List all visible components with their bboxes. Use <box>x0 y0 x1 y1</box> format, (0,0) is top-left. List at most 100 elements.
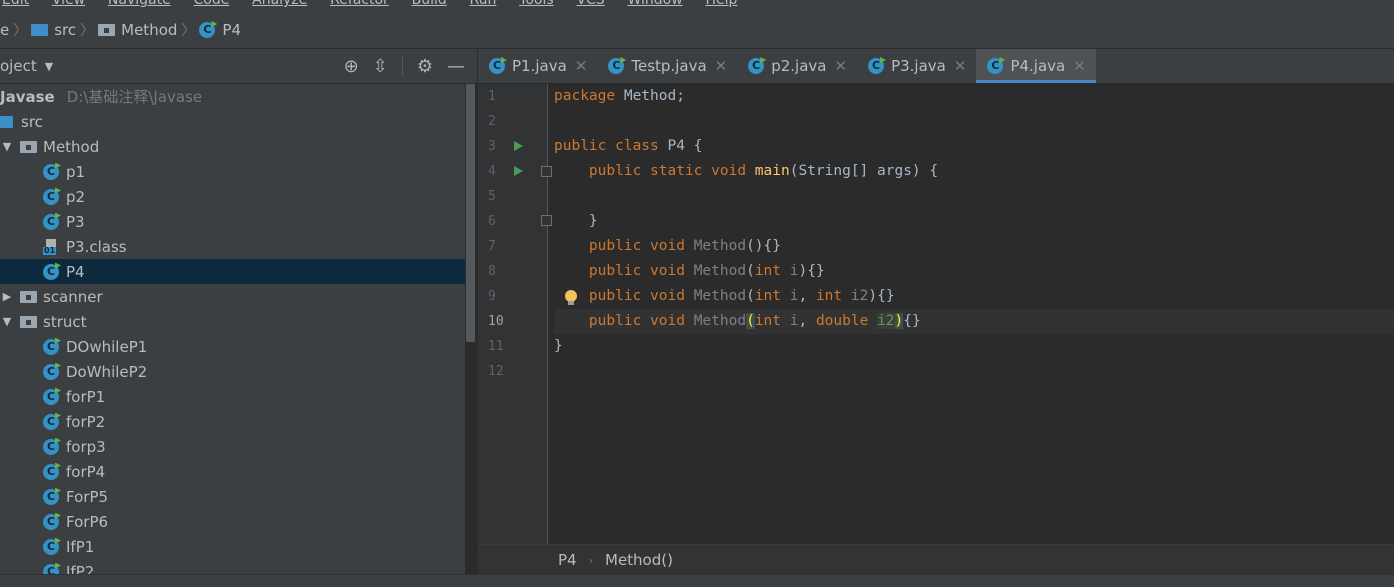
package-icon <box>98 24 116 36</box>
unused-param: i <box>781 288 799 304</box>
tree-item-class[interactable]: C DOwhileP1 <box>0 334 465 359</box>
tree-item-class[interactable]: C DoWhileP2 <box>0 359 465 384</box>
tree-item-src[interactable]: src <box>0 109 465 134</box>
package-icon <box>20 315 37 328</box>
tree-item-class[interactable]: C P3 <box>0 209 465 234</box>
tab-label: P3.java <box>891 57 946 75</box>
project-tree-scrollbar[interactable] <box>466 84 475 342</box>
close-icon[interactable]: ✕ <box>954 57 967 75</box>
menu-vcs[interactable]: VCS <box>576 0 604 8</box>
java-class-icon: C <box>43 213 59 230</box>
tab-p3[interactable]: C P3.java ✕ <box>857 49 976 83</box>
package-icon <box>20 290 37 303</box>
breadcrumb-method[interactable]: Method <box>98 21 177 39</box>
tree-item-struct[interactable]: ▼ struct <box>0 309 465 334</box>
menu-help[interactable]: Help <box>705 0 737 8</box>
unused-method-name: Method <box>693 313 747 329</box>
tree-item-class[interactable]: C forP4 <box>0 459 465 484</box>
code-text: ){} <box>798 263 825 279</box>
tree-item-label: Method <box>43 137 100 156</box>
menu-refactor[interactable]: Refactor <box>330 0 389 8</box>
breadcrumb-p4[interactable]: C P4 <box>199 21 241 39</box>
breadcrumb-src-label: src <box>54 21 77 39</box>
java-class-icon: C <box>43 338 59 355</box>
tree-item-label: ForP5 <box>66 487 109 506</box>
tree-item-label: P3 <box>66 212 85 231</box>
java-class-icon: C <box>199 22 216 38</box>
chevron-down-icon[interactable]: ▼ <box>0 140 14 153</box>
fold-icon[interactable] <box>541 166 552 177</box>
tree-item-class[interactable]: C p1 <box>0 159 465 184</box>
close-icon[interactable]: ✕ <box>715 57 728 75</box>
chevron-down-icon[interactable]: ▼ <box>45 60 53 73</box>
run-icon[interactable] <box>514 166 523 176</box>
tab-p4-active[interactable]: C P4.java ✕ <box>976 49 1097 83</box>
tab-testp[interactable]: C Testp.java ✕ <box>597 49 737 83</box>
breadcrumb-root[interactable]: e <box>0 21 9 39</box>
source-folder-icon <box>0 115 13 128</box>
line-number: 5 <box>488 189 496 204</box>
tree-item-class[interactable]: C forp3 <box>0 434 465 459</box>
hide-icon[interactable]: — <box>447 56 465 77</box>
toolbar-divider <box>401 56 403 76</box>
fold-icon[interactable] <box>541 215 552 226</box>
menu-view[interactable]: View <box>52 0 85 8</box>
menu-window[interactable]: Window <box>627 0 682 8</box>
code-line: package Method; <box>554 84 1394 109</box>
line-number: 3 <box>488 139 496 154</box>
gear-icon[interactable]: ⚙ <box>417 56 433 77</box>
editor-breadcrumb-method[interactable]: Method() <box>605 551 673 569</box>
code-text: Method; <box>615 88 685 104</box>
tree-item-class[interactable]: C forP1 <box>0 384 465 409</box>
close-icon[interactable]: ✕ <box>575 57 588 75</box>
breadcrumb-src[interactable]: src <box>31 21 76 39</box>
breadcrumb-separator: 〉 <box>181 23 196 39</box>
menu-tools[interactable]: Tools <box>519 0 554 8</box>
tree-item-class-file[interactable]: P3.class <box>0 234 465 259</box>
tree-item-class[interactable]: C IfP1 <box>0 534 465 559</box>
tab-label: P1.java <box>512 57 567 75</box>
close-icon[interactable]: ✕ <box>834 57 847 75</box>
tree-item-label: forP4 <box>66 462 106 481</box>
tree-item-class-selected[interactable]: C P4 <box>0 259 465 284</box>
tree-item-class[interactable]: C p2 <box>0 184 465 209</box>
menu-analyze[interactable]: Analyze <box>252 0 307 8</box>
keyword: int <box>754 263 782 279</box>
chevron-right-icon[interactable]: ▶ <box>0 290 14 303</box>
java-class-icon: C <box>43 188 59 205</box>
chevron-down-icon[interactable]: ▼ <box>0 315 14 328</box>
editor-breadcrumb-class[interactable]: P4 <box>558 551 577 569</box>
code-text: (){} <box>746 238 781 254</box>
close-icon[interactable]: ✕ <box>1073 57 1086 75</box>
tree-item-method[interactable]: ▼ Method <box>0 134 465 159</box>
keyword: int <box>815 288 843 304</box>
tab-label: p2.java <box>771 57 827 75</box>
breadcrumb-p4-label: P4 <box>222 21 241 39</box>
tree-item-root[interactable]: Javase D:\基础注释\Javase <box>0 84 465 109</box>
tree-item-class[interactable]: C ForP6 <box>0 509 465 534</box>
tree-item-class[interactable]: C IfP2 <box>0 559 465 574</box>
code-editor[interactable]: 1 2 3 4 5 6 7 8 9 10 11 12 package Metho… <box>478 84 1394 544</box>
tree-item-class[interactable]: C ForP5 <box>0 484 465 509</box>
tab-p1[interactable]: C P1.java ✕ <box>478 49 597 83</box>
menu-code[interactable]: Code <box>194 0 230 8</box>
keyword: public static void <box>588 163 747 179</box>
tree-item-label: P3.class <box>66 237 127 256</box>
unused-method-name: Method <box>693 263 747 279</box>
editor-gutter[interactable]: 1 2 3 4 5 6 7 8 9 10 11 12 <box>478 84 552 544</box>
java-class-icon: C <box>748 58 765 74</box>
project-view-selector[interactable]: oject <box>0 57 37 75</box>
menu-run[interactable]: Run <box>470 0 497 8</box>
menu-edit[interactable]: Edit <box>2 0 29 8</box>
java-class-icon: C <box>608 58 625 74</box>
tree-item-class[interactable]: C forP2 <box>0 409 465 434</box>
tab-p2[interactable]: C p2.java ✕ <box>737 49 857 83</box>
collapse-all-icon[interactable]: ⇳ <box>373 56 388 77</box>
line-number: 11 <box>488 339 504 354</box>
locate-icon[interactable]: ⊕ <box>344 56 359 77</box>
tree-item-scanner[interactable]: ▶ scanner <box>0 284 465 309</box>
menu-navigate[interactable]: Navigate <box>108 0 171 8</box>
menu-build[interactable]: Build <box>412 0 447 8</box>
run-icon[interactable] <box>514 141 523 151</box>
